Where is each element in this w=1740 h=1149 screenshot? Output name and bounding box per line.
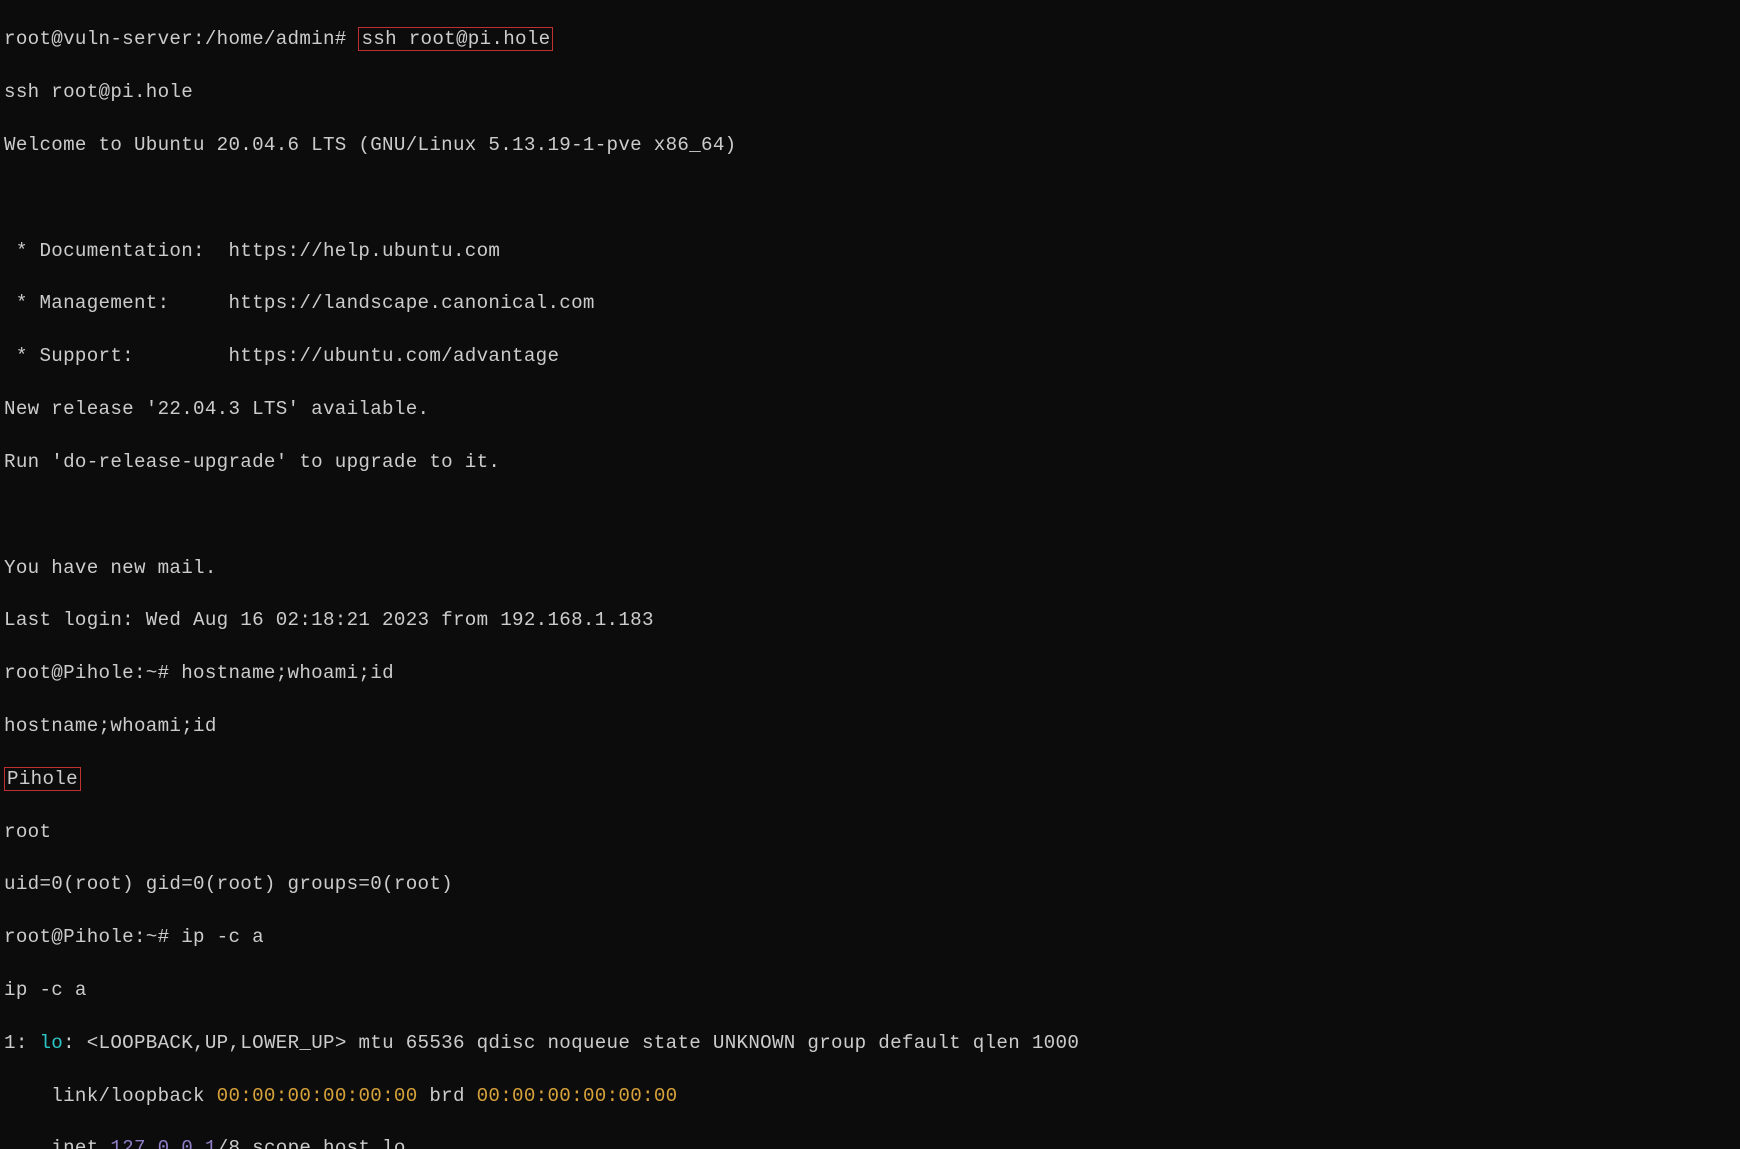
motd-welcome: Welcome to Ubuntu 20.04.6 LTS (GNU/Linux… bbox=[4, 132, 1736, 158]
motd-doc: * Documentation: https://help.ubuntu.com bbox=[4, 238, 1736, 264]
iface-lo-link: link/loopback 00:00:00:00:00:00 brd 00:0… bbox=[4, 1083, 1736, 1109]
terminal-window[interactable]: root@vuln-server:/home/admin# ssh root@p… bbox=[0, 0, 1740, 1149]
iface-lo-inet: inet 127.0.0.1/8 scope host lo bbox=[4, 1135, 1736, 1149]
mac-addr: 00:00:00:00:00:00 bbox=[217, 1085, 418, 1107]
blank-line bbox=[4, 185, 1736, 211]
last-login: Last login: Wed Aug 16 02:18:21 2023 fro… bbox=[4, 607, 1736, 633]
echo-line: hostname;whoami;id bbox=[4, 713, 1736, 739]
prompt-line-2: root@Pihole:~# hostname;whoami;id bbox=[4, 660, 1736, 686]
shell-prompt: root@Pihole:~# bbox=[4, 662, 181, 684]
id-output: uid=0(root) gid=0(root) groups=0(root) bbox=[4, 871, 1736, 897]
ip-addr: 127.0.0.1 bbox=[110, 1137, 216, 1149]
iface-name: lo bbox=[39, 1032, 63, 1054]
motd-support: * Support: https://ubuntu.com/advantage bbox=[4, 343, 1736, 369]
release-upgrade-hint: Run 'do-release-upgrade' to upgrade to i… bbox=[4, 449, 1736, 475]
entered-cmd: ip -c a bbox=[181, 926, 264, 948]
iface-lo-header: 1: lo: <LOOPBACK,UP,LOWER_UP> mtu 65536 … bbox=[4, 1030, 1736, 1056]
prompt-line-3: root@Pihole:~# ip -c a bbox=[4, 924, 1736, 950]
shell-prompt: root@vuln-server:/home/admin# bbox=[4, 28, 358, 50]
entered-cmd: hostname;whoami;id bbox=[181, 662, 394, 684]
mail-notice: You have new mail. bbox=[4, 555, 1736, 581]
echo-line: ssh root@pi.hole bbox=[4, 79, 1736, 105]
mac-brd: 00:00:00:00:00:00 bbox=[477, 1085, 678, 1107]
shell-prompt: root@Pihole:~# bbox=[4, 926, 181, 948]
hostname-output: Pihole bbox=[4, 766, 1736, 792]
highlighted-hostname: Pihole bbox=[4, 767, 81, 791]
whoami-output: root bbox=[4, 819, 1736, 845]
blank-line bbox=[4, 502, 1736, 528]
echo-line: ip -c a bbox=[4, 977, 1736, 1003]
highlighted-cmd-ssh: ssh root@pi.hole bbox=[358, 27, 553, 51]
prompt-line-1: root@vuln-server:/home/admin# ssh root@p… bbox=[4, 26, 1736, 52]
motd-management: * Management: https://landscape.canonica… bbox=[4, 290, 1736, 316]
release-avail: New release '22.04.3 LTS' available. bbox=[4, 396, 1736, 422]
